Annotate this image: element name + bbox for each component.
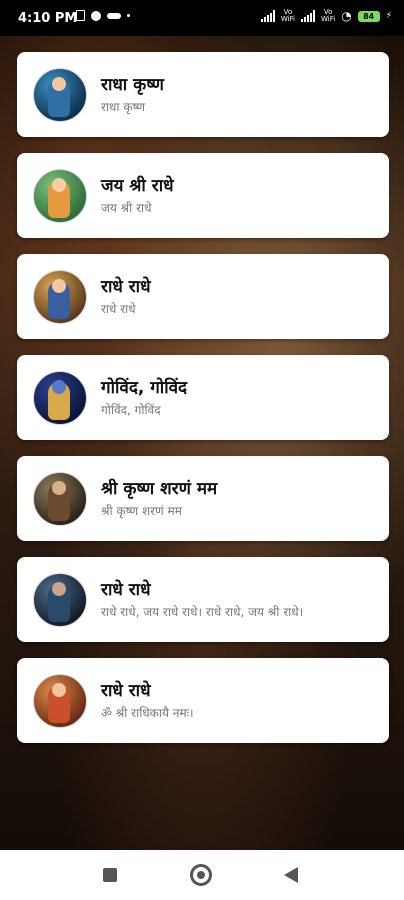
item-subtitle: राधे राधे bbox=[101, 302, 136, 316]
wifi-icon: ◔ bbox=[341, 9, 352, 23]
status-time: 4:10 PM bbox=[18, 11, 78, 26]
item-avatar bbox=[33, 169, 87, 223]
list-item[interactable]: गोविंद, गोविंद गोविंद, गोविंद bbox=[17, 355, 389, 440]
navigation-bar bbox=[0, 850, 404, 900]
list-item[interactable]: श्री कृष्ण शरणं मम श्री कृष्ण शरणं मम bbox=[17, 456, 389, 541]
item-avatar bbox=[33, 573, 87, 627]
home-button[interactable] bbox=[190, 864, 212, 886]
volte-label-1: Vo WiFi bbox=[280, 8, 295, 23]
recent-apps-button[interactable] bbox=[103, 868, 117, 882]
item-list: राधा कृष्ण राधा कृष्ण जय श्री राधे जय श्री … bbox=[17, 52, 389, 759]
status-notification-icons bbox=[76, 10, 130, 21]
list-item[interactable]: राधे राधे राधे राधे bbox=[17, 254, 389, 339]
back-button[interactable] bbox=[284, 867, 298, 883]
dot-icon bbox=[127, 14, 130, 17]
item-avatar bbox=[33, 371, 87, 425]
status-bar: 4:10 PM Vo WiFi Vo WiFi ◔ 84 ⚡ bbox=[0, 0, 404, 36]
item-subtitle: श्री कृष्ण शरणं मम bbox=[101, 504, 182, 518]
item-title: राधे राधे bbox=[101, 580, 151, 600]
item-subtitle: जय श्री राधे bbox=[101, 201, 152, 215]
item-subtitle: राधा कृष्ण bbox=[101, 100, 146, 114]
volte-label-2: Vo WiFi bbox=[321, 8, 336, 23]
list-item[interactable]: जय श्री राधे जय श्री राधे bbox=[17, 153, 389, 238]
item-avatar bbox=[33, 674, 87, 728]
item-subtitle: राधे राधे, जय राधे राधे। राधे राधे, जय श… bbox=[101, 605, 304, 619]
item-title: राधा कृष्ण bbox=[101, 75, 164, 95]
status-system-icons: Vo WiFi Vo WiFi ◔ 84 ⚡ bbox=[260, 8, 392, 23]
list-item[interactable]: राधा कृष्ण राधा कृष्ण bbox=[17, 52, 389, 137]
item-avatar bbox=[33, 472, 87, 526]
item-subtitle: ॐ श्री राधिकायै नमः। bbox=[101, 706, 194, 720]
list-item[interactable]: राधे राधे राधे राधे, जय राधे राधे। राधे र… bbox=[17, 557, 389, 642]
item-title: राधे राधे bbox=[101, 277, 151, 297]
item-title: श्री कृष्ण शरणं मम bbox=[101, 479, 218, 499]
signal-icon bbox=[260, 10, 275, 22]
charging-icon: ⚡ bbox=[385, 11, 392, 21]
item-subtitle: गोविंद, गोविंद bbox=[101, 403, 161, 417]
list-item[interactable]: राधे राधे ॐ श्री राधिकायै नमः। bbox=[17, 658, 389, 743]
item-avatar bbox=[33, 270, 87, 324]
item-title: गोविंद, गोविंद bbox=[101, 378, 188, 398]
item-title: राधे राधे bbox=[101, 681, 151, 701]
item-avatar bbox=[33, 68, 87, 122]
sim-card-icon bbox=[76, 10, 85, 21]
battery-icon: 84 bbox=[357, 10, 380, 22]
voicemail-icon bbox=[107, 12, 121, 19]
whatsapp-icon bbox=[91, 10, 101, 21]
signal-icon-2 bbox=[301, 10, 315, 22]
item-title: जय श्री राधे bbox=[101, 176, 174, 196]
